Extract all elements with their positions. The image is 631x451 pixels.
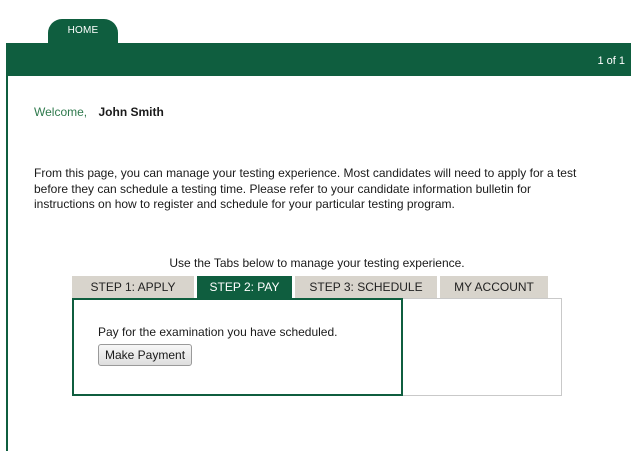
pay-instructions: Pay for the examination you have schedul… xyxy=(98,325,338,339)
make-payment-button[interactable]: Make Payment xyxy=(98,344,193,366)
header-bar: 1 of 1 xyxy=(6,43,631,76)
tab-step-2-pay[interactable]: STEP 2: PAY xyxy=(197,276,292,298)
step-tabs: STEP 1: APPLY STEP 2: PAY STEP 3: SCHEDU… xyxy=(72,276,548,298)
welcome-line: Welcome, John Smith xyxy=(34,105,164,119)
tab-step-3-schedule[interactable]: STEP 3: SCHEDULE xyxy=(295,276,437,298)
pay-panel: Pay for the examination you have schedul… xyxy=(72,298,403,396)
user-name: John Smith xyxy=(98,105,164,119)
tab-step-1-apply[interactable]: STEP 1: APPLY xyxy=(72,276,194,298)
home-tab[interactable]: HOME xyxy=(48,19,118,45)
welcome-label: Welcome, xyxy=(34,105,88,119)
tab-my-account[interactable]: MY ACCOUNT xyxy=(440,276,548,298)
page-count: 1 of 1 xyxy=(597,55,625,67)
intro-text: From this page, you can manage your test… xyxy=(34,166,577,211)
tabs-caption: Use the Tabs below to manage your testin… xyxy=(169,256,465,270)
